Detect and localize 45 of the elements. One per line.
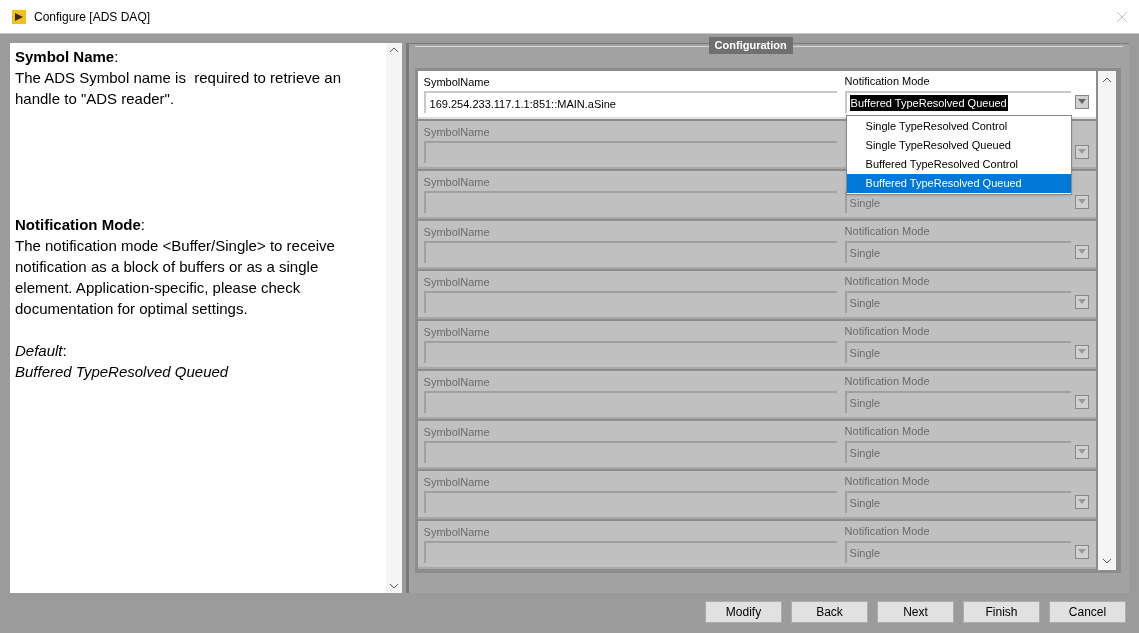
field-label: SymbolName bbox=[423, 75, 491, 90]
close-icon[interactable] bbox=[1117, 11, 1127, 22]
dialog-button[interactable]: Next bbox=[877, 601, 954, 623]
field-label: SymbolName bbox=[423, 475, 491, 490]
dialog-button[interactable]: Finish bbox=[963, 601, 1040, 623]
scroll-down-icon[interactable] bbox=[1102, 559, 1111, 564]
window-title: Configure [ADS DAQ] bbox=[34, 8, 151, 26]
field-label: SymbolName bbox=[423, 375, 491, 390]
field-label: SymbolName bbox=[423, 175, 491, 190]
field-label: SymbolName bbox=[423, 425, 491, 440]
dropdown-option[interactable]: Single TypeResolved Control bbox=[846, 117, 1071, 136]
field-label: Notification Mode bbox=[844, 274, 931, 289]
field-label: Notification Mode bbox=[844, 324, 931, 339]
field-label: Notification Mode bbox=[844, 524, 931, 539]
scrollbar[interactable] bbox=[1097, 71, 1116, 570]
scroll-down-icon[interactable] bbox=[389, 584, 398, 589]
field-label: SymbolName bbox=[423, 275, 491, 290]
field-label: SymbolName bbox=[423, 125, 491, 140]
dropdown-option[interactable]: Buffered TypeResolved Queued bbox=[846, 174, 1071, 193]
dropdown-option[interactable]: Single TypeResolved Queued bbox=[846, 136, 1071, 155]
dropdown-option[interactable]: Buffered TypeResolved Control bbox=[846, 155, 1071, 174]
field-label: Notification Mode bbox=[844, 224, 931, 239]
field-label: Notification Mode bbox=[844, 424, 931, 439]
symbol-name-field[interactable]: 169.254.233.117.1.1:851::MAIN.aSine bbox=[423, 91, 837, 113]
field-label: SymbolName bbox=[423, 525, 491, 540]
dialog-button[interactable]: Cancel bbox=[1049, 601, 1126, 623]
help-text: Default: bbox=[15, 341, 68, 361]
dialog-button[interactable]: Back bbox=[791, 601, 868, 623]
dialog-button[interactable]: Modify bbox=[705, 601, 782, 623]
notification-mode-select[interactable]: Buffered TypeResolved Queued bbox=[844, 91, 1071, 113]
field-label: Notification Mode bbox=[844, 474, 931, 489]
help-text: The ADS Symbol name is required to retrieve an handle to "ADS reader". bbox=[15, 68, 342, 109]
scrollbar[interactable] bbox=[385, 43, 402, 593]
scroll-up-icon[interactable] bbox=[1102, 77, 1111, 82]
field-label: Notification Mode bbox=[844, 74, 931, 89]
field-label: SymbolName bbox=[423, 225, 491, 240]
group-title: Configuration bbox=[708, 37, 793, 54]
help-text: The notification mode <Buffer/Single> to receive notification as a block of buffers or as a single element. Application-specific, please check documentation for optimal settings. bbox=[15, 236, 336, 319]
scroll-up-icon[interactable] bbox=[389, 47, 398, 52]
field-label: Notification Mode bbox=[844, 374, 931, 389]
help-text: Symbol Name: bbox=[15, 47, 120, 67]
help-text: Buffered TypeResolved Queued bbox=[15, 362, 230, 382]
field-label: SymbolName bbox=[423, 325, 491, 340]
help-text: Notification Mode: bbox=[15, 215, 146, 235]
app-icon bbox=[12, 9, 26, 24]
